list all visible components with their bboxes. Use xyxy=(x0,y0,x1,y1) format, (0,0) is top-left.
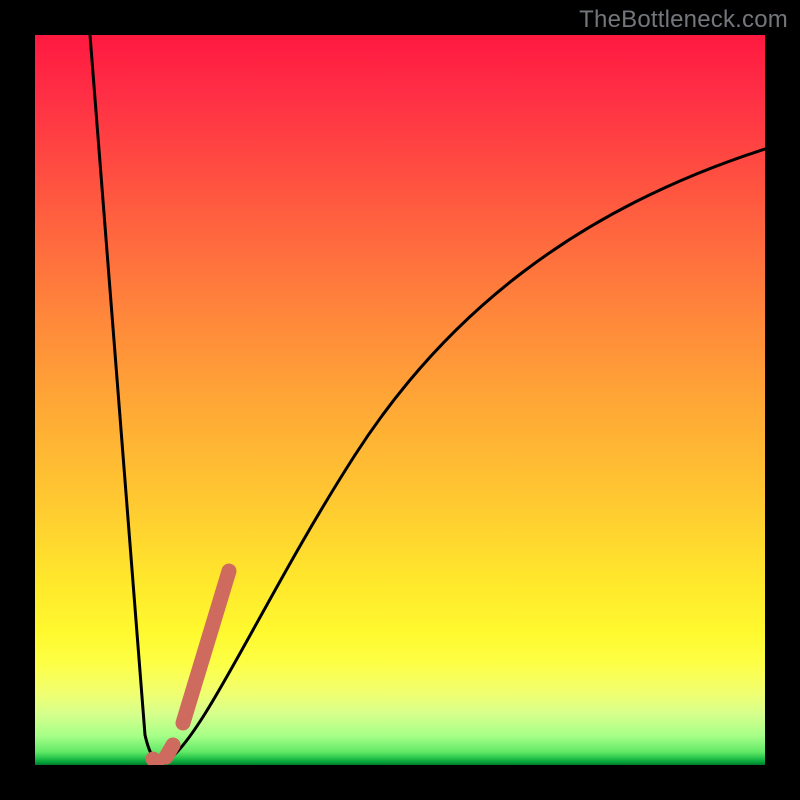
plot-area xyxy=(35,35,765,765)
bottleneck-curve xyxy=(90,35,765,763)
chart-svg xyxy=(35,35,765,765)
chart-frame: TheBottleneck.com xyxy=(0,0,800,800)
watermark-text: TheBottleneck.com xyxy=(579,6,788,34)
